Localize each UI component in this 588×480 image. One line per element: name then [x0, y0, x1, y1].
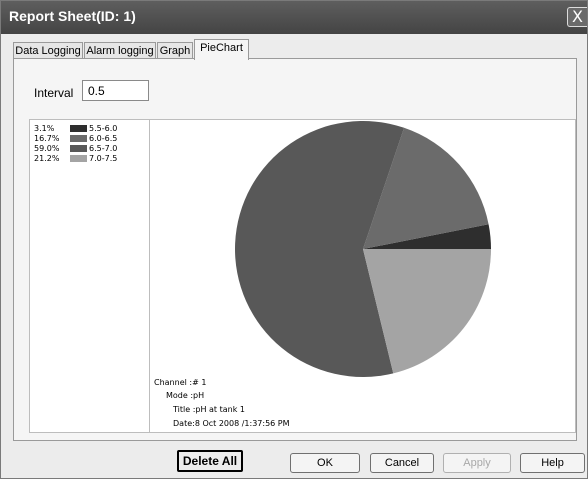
- title-bar[interactable]: Report Sheet(ID: 1) X: [1, 1, 587, 34]
- close-icon: X: [572, 7, 583, 26]
- tab-label: Alarm logging: [86, 45, 154, 57]
- legend-percent: 21.2%: [34, 154, 60, 163]
- legend-swatch: [70, 155, 87, 162]
- legend-divider: [149, 119, 150, 433]
- apply-button[interactable]: Apply: [443, 453, 511, 473]
- title-info: Title :pH at tank 1: [173, 405, 245, 414]
- tab-label: Data Logging: [15, 45, 81, 57]
- legend-range: 5.5-6.0: [89, 124, 118, 133]
- date-info: Date:8 Oct 2008 /1:37:56 PM: [173, 419, 290, 428]
- report-sheet-window: Report Sheet(ID: 1) X Data Logging Alarm…: [0, 0, 588, 479]
- window-title: Report Sheet(ID: 1): [9, 8, 136, 24]
- chart-area: [29, 119, 576, 433]
- legend-range: 6.0-6.5: [89, 134, 118, 143]
- close-button[interactable]: X: [567, 7, 587, 27]
- ok-button[interactable]: OK: [290, 453, 360, 473]
- legend-swatch: [70, 125, 87, 132]
- cancel-button[interactable]: Cancel: [370, 453, 434, 473]
- tab-label: PieChart: [200, 42, 243, 54]
- tab-alarm-logging[interactable]: Alarm logging: [84, 42, 156, 59]
- legend-swatch: [70, 145, 87, 152]
- help-button[interactable]: Help: [520, 453, 585, 473]
- tab-data-logging[interactable]: Data Logging: [13, 42, 83, 59]
- tab-graph[interactable]: Graph: [157, 42, 193, 59]
- tab-label: Graph: [159, 45, 191, 57]
- legend-swatch: [70, 135, 87, 142]
- mode-info: Mode :pH: [166, 391, 205, 400]
- legend-range: 7.0-7.5: [89, 154, 118, 163]
- interval-label: Interval: [34, 86, 74, 100]
- legend-range: 6.5-7.0: [89, 144, 118, 153]
- delete-all-button[interactable]: Delete All: [177, 450, 243, 472]
- legend-percent: 3.1%: [34, 124, 55, 133]
- legend-percent: 59.0%: [34, 144, 60, 153]
- tab-piechart[interactable]: PieChart: [194, 39, 249, 60]
- legend-percent: 16.7%: [34, 134, 60, 143]
- channel-info: Channel :# 1: [154, 378, 207, 387]
- interval-input[interactable]: 0.5: [82, 80, 149, 101]
